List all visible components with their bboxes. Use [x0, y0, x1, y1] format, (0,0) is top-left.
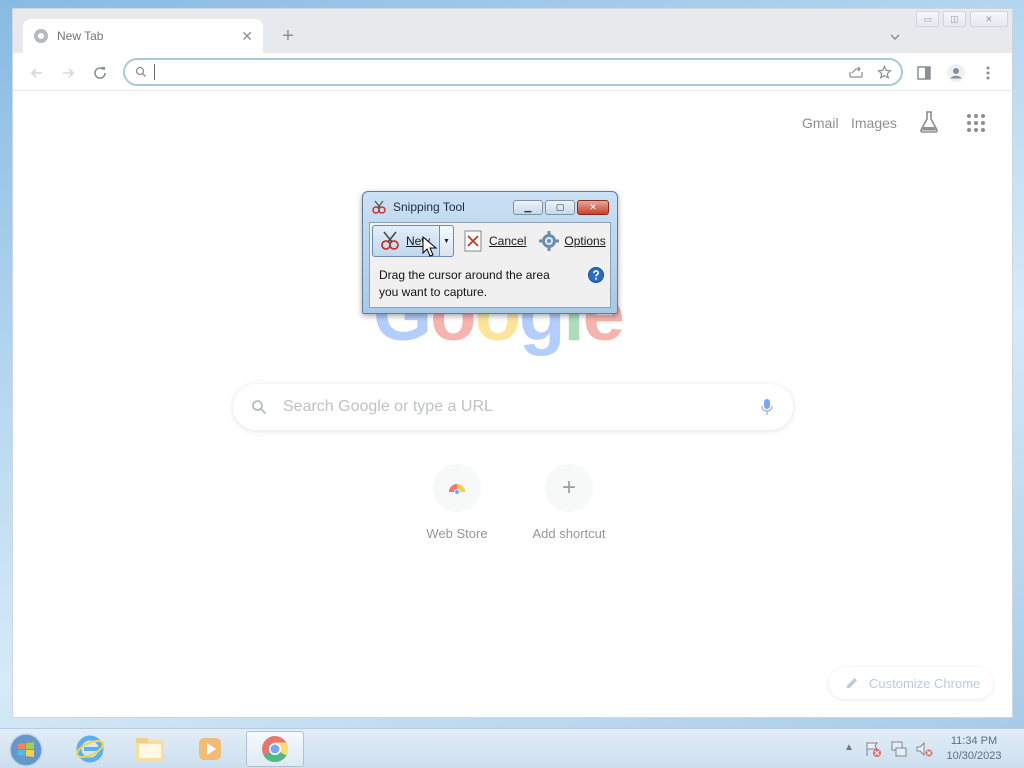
pencil-icon: [845, 676, 859, 690]
share-icon[interactable]: [845, 61, 867, 83]
restore-button[interactable]: ◫: [942, 11, 966, 27]
snipping-tool-body: New ▼ Cancel Options Drag the cursor aro…: [369, 222, 611, 308]
action-center-flag-icon[interactable]: [864, 740, 882, 758]
snipping-tool-title: Snipping Tool: [393, 200, 465, 214]
search-icon: [251, 399, 269, 415]
snip-window-controls: ▁ ▢ ✕: [511, 199, 609, 215]
shortcut-add[interactable]: + Add shortcut: [519, 464, 619, 541]
minimize-button[interactable]: ▭: [916, 11, 939, 27]
google-chrome-icon[interactable]: [246, 731, 304, 767]
window-controls: ▭ ◫ ✕: [916, 11, 1012, 31]
labs-flask-icon[interactable]: [918, 110, 940, 134]
back-arrow-icon[interactable]: [25, 61, 49, 85]
file-explorer-icon[interactable]: [121, 731, 179, 767]
search-icon: [135, 66, 151, 78]
profile-icon[interactable]: [945, 62, 967, 84]
star-icon[interactable]: [873, 61, 895, 83]
hint-line: Drag the cursor around the area: [379, 268, 550, 282]
tab-new-tab[interactable]: New Tab ✕: [23, 19, 263, 53]
customize-label: Customize Chrome: [869, 675, 981, 691]
customize-chrome-button[interactable]: Customize Chrome: [829, 667, 993, 699]
snipping-tool-app-icon: [371, 199, 389, 215]
address-bar[interactable]: [123, 58, 903, 86]
snipping-tool-toolbar: New ▼ Cancel Options: [370, 223, 610, 259]
gear-icon: [538, 230, 560, 252]
cancel-label: Cancel: [489, 234, 527, 248]
snip-close-button[interactable]: ✕: [577, 199, 609, 215]
windows-taskbar: ▲ 11:34 PM 10/30/2023: [0, 728, 1024, 768]
clock-time: 11:34 PM: [950, 735, 998, 747]
scissors-icon: [379, 230, 401, 252]
shortcut-label: Add shortcut: [532, 526, 606, 541]
network-icon[interactable]: [890, 740, 908, 758]
chrome-favicon-icon: [33, 28, 49, 44]
tab-close-icon[interactable]: ✕: [241, 28, 253, 45]
cancel-button[interactable]: Cancel: [460, 227, 530, 255]
tray-expand-icon[interactable]: ▲: [844, 742, 854, 753]
close-button[interactable]: ✕: [969, 11, 1008, 27]
snipping-tool-window: Snipping Tool ▁ ▢ ✕ New ▼ Cancel Options…: [362, 191, 618, 314]
options-label: Options: [564, 234, 606, 248]
images-link[interactable]: Images: [851, 115, 897, 131]
internet-explorer-icon[interactable]: [61, 731, 119, 767]
shortcut-web-store[interactable]: Web Store: [407, 464, 507, 541]
address-input[interactable]: [155, 61, 845, 83]
start-button[interactable]: [6, 731, 46, 768]
google-apps-grid-icon[interactable]: [966, 113, 986, 133]
capture-hint-text: Drag the cursor around the area you want…: [379, 267, 569, 301]
shortcut-label: Web Store: [426, 526, 488, 541]
mouse-cursor-icon: [422, 235, 438, 258]
hint-line: you want to capture.: [379, 285, 488, 299]
side-panel-icon[interactable]: [913, 62, 935, 84]
gmail-link[interactable]: Gmail: [802, 115, 839, 131]
browser-toolbar: [13, 53, 1012, 91]
media-player-icon[interactable]: [181, 731, 239, 767]
system-clock[interactable]: 11:34 PM 10/30/2023: [938, 734, 1010, 764]
snip-minimize-button[interactable]: ▁: [513, 199, 543, 215]
microphone-icon[interactable]: [761, 398, 775, 416]
reload-icon[interactable]: [88, 61, 112, 85]
menu-dots-icon[interactable]: [977, 62, 999, 84]
clock-date: 10/30/2023: [946, 750, 1002, 762]
volume-muted-icon[interactable]: [915, 740, 933, 758]
tab-title: New Tab: [57, 29, 104, 43]
options-button[interactable]: Options: [538, 227, 606, 255]
tab-search-chevron-icon[interactable]: [883, 25, 907, 49]
help-question-icon[interactable]: [588, 267, 604, 283]
web-store-icon: [433, 464, 481, 512]
tab-strip: New Tab ✕ + ▭ ◫ ✕: [13, 9, 1012, 53]
forward-arrow-icon[interactable]: [56, 61, 80, 85]
chrome-window: New Tab ✕ + ▭ ◫ ✕ Gmail Images Google Se…: [12, 8, 1013, 718]
cancel-x-icon: [464, 230, 482, 252]
search-placeholder: Search Google or type a URL: [283, 398, 493, 415]
snip-maximize-button[interactable]: ▢: [545, 199, 575, 215]
ntp-search-box[interactable]: Search Google or type a URL: [233, 384, 793, 430]
snipping-tool-titlebar[interactable]: Snipping Tool ▁ ▢ ✕: [363, 192, 617, 222]
new-snip-mode-dropdown[interactable]: ▼: [440, 225, 454, 257]
plus-icon: +: [545, 464, 593, 512]
new-tab-button[interactable]: +: [275, 23, 301, 49]
